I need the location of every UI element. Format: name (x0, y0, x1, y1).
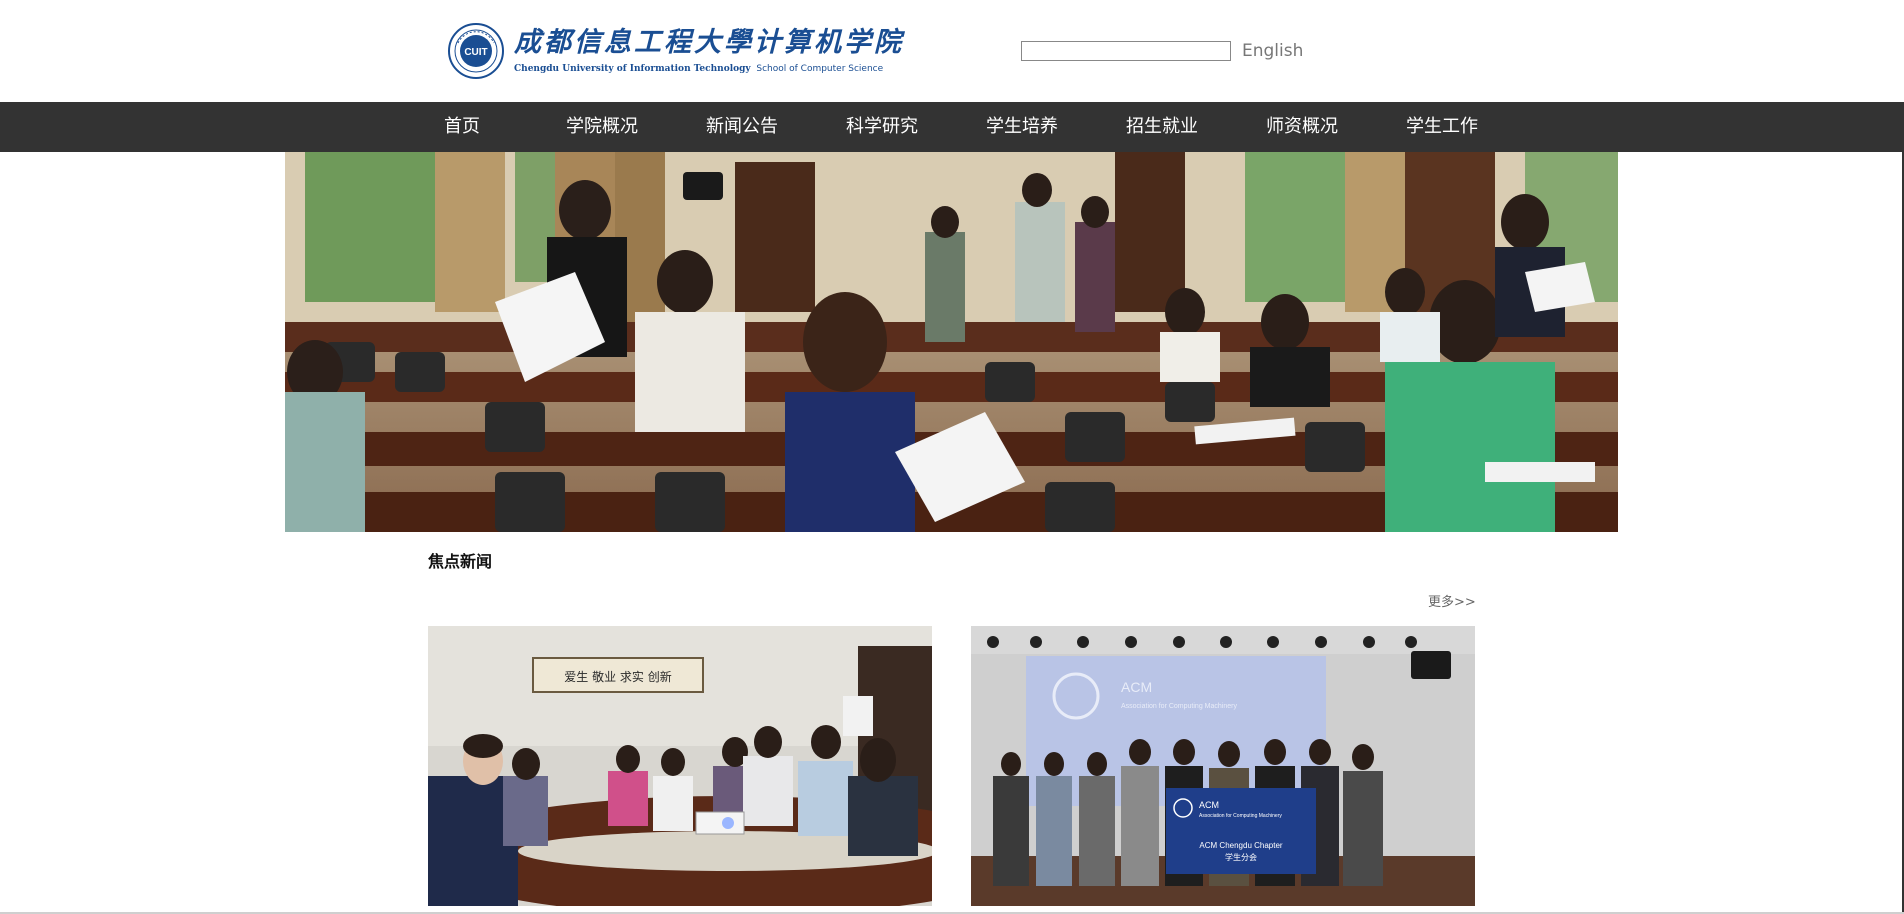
search-input[interactable] (1021, 41, 1231, 61)
banner-student-branch-text: 学生分会 (1225, 852, 1257, 862)
screen-acm-text: ACM (1121, 679, 1152, 695)
english-language-link[interactable]: English (1242, 40, 1303, 62)
logo-university-en: Chengdu University of Information Techno… (514, 64, 751, 74)
banner-acm-subtitle: Association for Computing Machinery (1199, 813, 1282, 819)
focus-news-title: 焦点新闻 (428, 552, 493, 571)
wall-plaque-text: 爱生 敬业 求实 创新 (564, 669, 671, 684)
meeting-room-photo: 爱生 敬业 求实 创新 (428, 626, 932, 906)
banner-chapter-text: ACM Chengdu Chapter (1199, 841, 1282, 850)
nav-item-student-affairs[interactable]: 学生工作 (1406, 102, 1478, 152)
nav-item-research[interactable]: 科学研究 (846, 102, 918, 152)
logo-school-en: School of Computer Science (756, 64, 884, 74)
seal-text: CUIT (464, 47, 487, 58)
banner-acm-title: ACM (1199, 800, 1219, 810)
news-photo-meeting[interactable]: 爱生 敬业 求实 创新 (428, 626, 932, 906)
nav-item-admission-employment[interactable]: 招生就业 (1126, 102, 1198, 152)
screen-acm-subtext: Association for Computing Machinery (1121, 703, 1237, 710)
nav-item-home[interactable]: 首页 (444, 102, 480, 152)
news-photo-acm-group[interactable]: ACM Association for Computing Machinery (971, 626, 1475, 906)
acm-group-photo: ACM Association for Computing Machinery (971, 626, 1475, 906)
nav-item-student-training[interactable]: 学生培养 (986, 102, 1058, 152)
logo-english-name: Chengdu University of Information Techno… (514, 63, 904, 75)
site-header: CUIT 成都信息工程大學计算机学院 Chengdu University of… (0, 0, 1904, 102)
main-nav: 首页 学院概况 新闻公告 科学研究 学生培养 招生就业 师资概况 学生工作 (0, 102, 1904, 152)
more-news-link[interactable]: 更多>> (1428, 594, 1476, 612)
nav-item-faculty[interactable]: 师资概况 (1266, 102, 1338, 152)
exam-room-photo (285, 152, 1618, 532)
site-logo[interactable]: CUIT 成都信息工程大學计算机学院 Chengdu University of… (448, 22, 901, 80)
hero-banner-photo (285, 152, 1618, 532)
university-seal-icon: CUIT (448, 23, 504, 79)
logo-chinese-name: 成都信息工程大學计算机学院 (514, 27, 904, 58)
nav-item-news[interactable]: 新闻公告 (706, 102, 778, 152)
nav-item-college-overview[interactable]: 学院概况 (566, 102, 638, 152)
